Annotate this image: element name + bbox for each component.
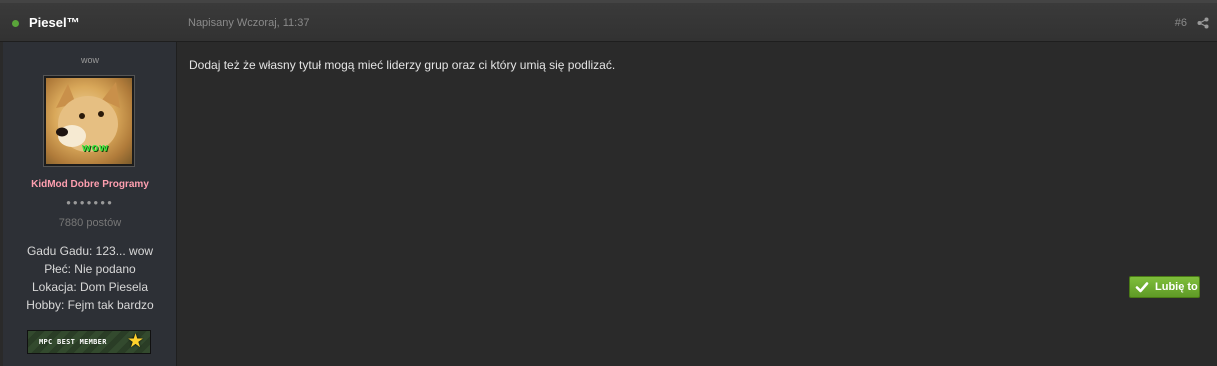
doge-avatar-image: wow [46, 78, 132, 164]
profile-field-hobby: Hobby: Fejm tak bardzo [26, 298, 154, 312]
avatar[interactable]: wow [43, 75, 135, 167]
author-sidebar: wow wow KidMod Dobre Programy ●●●●●●● 78… [3, 42, 177, 366]
profile-field-gadu-gadu: Gadu Gadu: 123... wow [26, 244, 154, 258]
author-name-link[interactable]: Piesel™ [29, 15, 80, 30]
avatar-caption: wow [82, 142, 109, 154]
member-group: KidMod Dobre Programy [31, 179, 149, 190]
check-icon [1135, 282, 1149, 293]
online-status-icon [12, 20, 19, 27]
member-title: wow [80, 55, 99, 65]
badge-label: MPC BEST MEMBER [39, 338, 107, 346]
post-header: Piesel™ Napisany Wczoraj, 11:37 #6 [0, 0, 1217, 42]
post-timestamp: Napisany Wczoraj, 11:37 [188, 17, 310, 29]
forum-post: Piesel™ Napisany Wczoraj, 11:37 #6 wow w… [0, 0, 1217, 366]
post-number-link[interactable]: #6 [1175, 17, 1187, 29]
profile-fields: Gadu Gadu: 123... wow Płeć: Nie podano L… [3, 242, 177, 314]
post-count: 7880 postów [58, 217, 122, 229]
profile-field-location: Lokacja: Dom Piesela [31, 280, 149, 294]
member-award-badge: MPC BEST MEMBER ★ [27, 330, 151, 354]
share-icon[interactable] [1197, 17, 1209, 29]
star-icon: ★ [126, 331, 144, 352]
like-button[interactable]: Lubię to [1129, 276, 1200, 298]
post-body: Dodaj też że własny tytuł mogą mieć lide… [178, 42, 1217, 366]
rank-pips: ●●●●●●● [66, 198, 114, 207]
post-content-text: Dodaj też że własny tytuł mogą mieć lide… [189, 58, 616, 72]
like-button-label: Lubię to [1155, 281, 1198, 293]
profile-field-gender: Płeć: Nie podano [44, 262, 136, 276]
